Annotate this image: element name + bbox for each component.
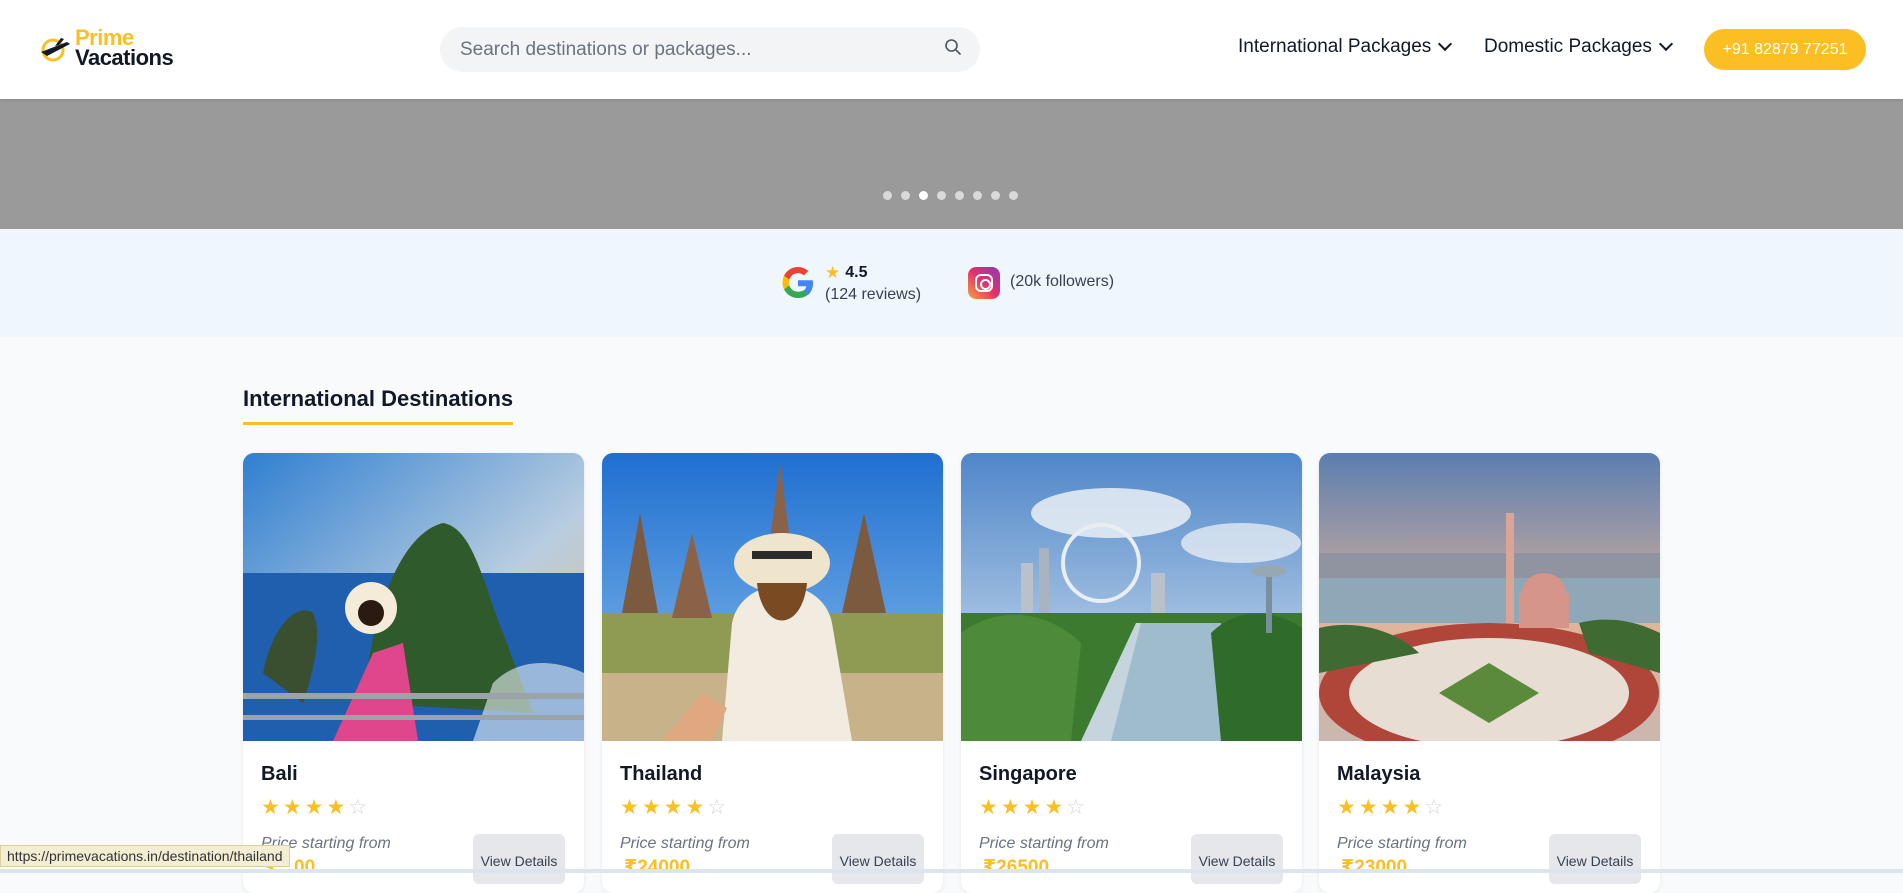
view-details-button[interactable]: View Details xyxy=(473,834,565,884)
chevron-down-icon xyxy=(1658,36,1673,52)
carousel-dot-active[interactable] xyxy=(919,191,928,200)
carousel-dot[interactable] xyxy=(937,191,946,200)
nav-international-packages[interactable]: International Packages xyxy=(1238,36,1453,58)
search-input[interactable] xyxy=(458,37,944,62)
site-header: Prime Vacations International Packages D… xyxy=(0,0,1903,99)
star-icon: ★ xyxy=(1358,796,1378,819)
carousel-dots xyxy=(883,191,1027,200)
destination-name: Malaysia xyxy=(1337,763,1421,785)
star-icon: ★ xyxy=(1044,796,1064,819)
destination-card-thailand[interactable]: Thailand ★ ★ ★ ★ ☆ Price starting from ₹2400… xyxy=(602,453,943,893)
star-rating: ★ ★ ★ ★ ☆ xyxy=(620,797,729,819)
chevron-down-icon xyxy=(1438,36,1453,52)
section-title: International Destinations xyxy=(243,386,514,425)
destination-image[interactable] xyxy=(602,453,943,741)
star-rating: ★ ★ ★ ★ ☆ xyxy=(261,797,370,819)
browser-status-bar: https://primevacations.in/destination/th… xyxy=(0,845,290,867)
rating-value: 4.5 xyxy=(845,264,868,281)
carousel-dot[interactable] xyxy=(883,191,892,200)
price-label: Price starting from xyxy=(979,835,1109,852)
star-outline-icon: ☆ xyxy=(1424,796,1444,819)
carousel-dot[interactable] xyxy=(1009,191,1018,200)
logo-vacations-text: Vacations xyxy=(75,45,174,70)
plane-logo-icon xyxy=(37,30,73,66)
destination-card-singapore[interactable]: Singapore ★ ★ ★ ★ ☆ Price starting from ₹265… xyxy=(961,453,1302,893)
star-icon: ★ xyxy=(1022,796,1042,819)
price: ₹24000 xyxy=(624,857,691,878)
instagram-icon[interactable] xyxy=(968,267,1000,299)
star-outline-icon: ☆ xyxy=(348,796,368,819)
star-rating: ★ ★ ★ ★ ☆ xyxy=(1337,797,1446,819)
destination-image[interactable] xyxy=(1319,453,1660,763)
star-icon: ★ xyxy=(1337,796,1356,819)
star-icon: ★ xyxy=(326,796,346,819)
star-icon: ★ xyxy=(641,796,661,819)
google-icon[interactable] xyxy=(780,265,816,301)
destination-name: Bali xyxy=(261,763,298,785)
star-icon: ★ xyxy=(620,796,639,819)
nav-label: International Packages xyxy=(1238,36,1432,57)
view-details-button[interactable]: View Details xyxy=(1549,834,1641,884)
nav-domestic-packages[interactable]: Domestic Packages xyxy=(1484,36,1673,58)
price: ₹26500 xyxy=(983,857,1050,878)
star-icon: ★ xyxy=(1380,796,1400,819)
star-rating: ★ ★ ★ ★ ☆ xyxy=(979,797,1088,819)
star-outline-icon: ☆ xyxy=(707,796,727,819)
destination-name: Thailand xyxy=(620,763,703,785)
destination-image[interactable] xyxy=(243,453,584,741)
star-icon: ★ xyxy=(825,263,841,282)
nav-label: Domestic Packages xyxy=(1484,36,1652,57)
star-icon: ★ xyxy=(979,796,998,819)
reviews-count: (124 reviews) xyxy=(825,286,922,303)
view-details-button[interactable]: View Details xyxy=(832,834,924,884)
carousel-dot[interactable] xyxy=(973,191,982,200)
carousel-dot[interactable] xyxy=(901,191,910,200)
instagram-followers: (20k followers) xyxy=(1010,273,1115,290)
star-icon: ★ xyxy=(1000,796,1020,819)
star-outline-icon: ☆ xyxy=(1066,796,1086,819)
hero-carousel[interactable] xyxy=(0,99,1903,229)
star-icon: ★ xyxy=(261,796,280,819)
star-icon: ★ xyxy=(282,796,302,819)
google-rating: ★ 4.5 (124 reviews) xyxy=(825,262,921,306)
view-details-button[interactable]: View Details xyxy=(1191,834,1283,884)
price-label: Price starting from xyxy=(620,835,750,852)
price: ₹23000 xyxy=(1341,857,1408,878)
star-icon: ★ xyxy=(1402,796,1422,819)
carousel-dot[interactable] xyxy=(991,191,1000,200)
destination-name: Singapore xyxy=(979,763,1077,785)
star-icon: ★ xyxy=(685,796,705,819)
carousel-dot[interactable] xyxy=(955,191,964,200)
phone-button[interactable]: +91 82879 77251 xyxy=(1704,29,1866,70)
search-icon[interactable] xyxy=(944,38,962,61)
scroll-edge xyxy=(0,869,1903,873)
star-icon: ★ xyxy=(304,796,324,819)
destination-card-bali[interactable]: Bali ★ ★ ★ ★ ☆ Price starting from ₹...00 Vi… xyxy=(243,453,584,893)
logo[interactable]: Prime Vacations xyxy=(37,27,174,70)
price-label: Price starting from xyxy=(1337,835,1467,852)
destination-card-malaysia[interactable]: Malaysia ★ ★ ★ ★ ☆ Price starting from ₹2300… xyxy=(1319,453,1660,893)
star-icon: ★ xyxy=(663,796,683,819)
destination-image[interactable] xyxy=(961,453,1302,741)
reviews-strip: ★ 4.5 (124 reviews) (20k followers) xyxy=(0,229,1903,337)
search-bar xyxy=(440,27,980,72)
